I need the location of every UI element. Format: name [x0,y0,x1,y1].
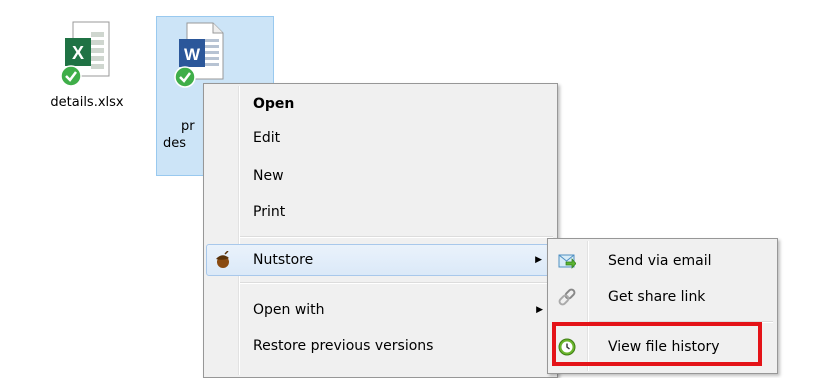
menu-item-send-via-email[interactable]: Send via email [550,245,775,277]
file-label: details.xlsx [50,95,124,110]
context-menu: Open Edit New Print Nutstore ▶ Open with… [203,83,558,378]
highlight-annotation-box [552,322,762,366]
chevron-right-icon: ▶ [536,305,543,315]
menu-separator [240,282,553,284]
menu-item-restore-previous-versions[interactable]: Restore previous versions [206,330,555,362]
menu-item-open-with[interactable]: Open with ▶ [206,294,555,326]
menu-item-print[interactable]: Print [206,196,555,228]
menu-item-open[interactable]: Open [206,88,555,120]
file-details-xlsx[interactable]: X details.xlsx [44,20,130,111]
email-send-icon [558,254,576,269]
menu-item-edit[interactable]: Edit [206,122,555,154]
chevron-right-icon: ▶ [535,255,542,265]
svg-text:X: X [72,43,84,63]
menu-separator [240,236,553,238]
excel-file-icon: X [60,21,110,87]
link-icon [558,288,576,306]
menu-item-new[interactable]: New [206,160,555,192]
menu-item-get-share-link[interactable]: Get share link [550,281,775,313]
svg-text:W: W [184,45,201,64]
menu-item-nutstore[interactable]: Nutstore ▶ [206,244,555,276]
acorn-icon [216,251,229,268]
